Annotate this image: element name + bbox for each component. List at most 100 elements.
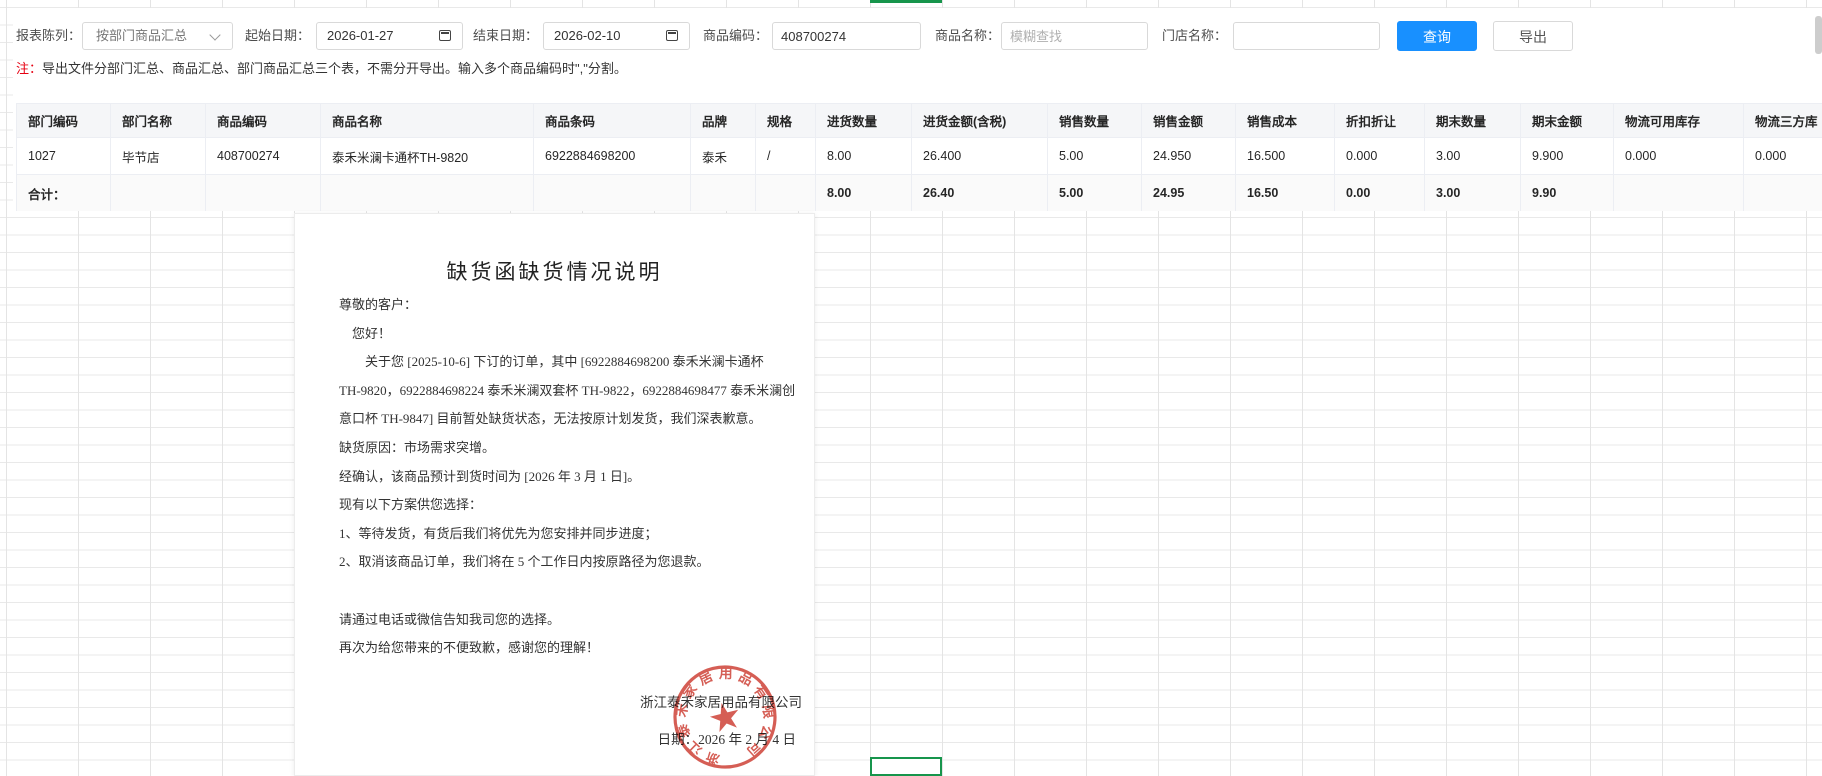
note-bar: 注：导出文件分部门汇总、商品汇总、部门商品汇总三个表，不需分开导出。输入多个商品… <box>16 57 627 81</box>
total-cell <box>1614 175 1744 212</box>
column-header: 销售金额 <box>1142 104 1236 138</box>
table-cell: 8.00 <box>816 138 912 175</box>
toolbar: 报表陈列： 按部门商品汇总 起始日期： 2026-01-27 结束日期： 202… <box>13 8 1822 56</box>
table-row: 1027 毕节店 408700274 泰禾米澜卡通杯TH-9820 692288… <box>17 138 1822 175</box>
table-cell: 9.900 <box>1521 138 1614 175</box>
column-header: 商品条码 <box>534 104 691 138</box>
total-row: 合计： 8.00 26.40 5.00 24.95 16.50 0.00 3 <box>17 175 1822 212</box>
calendar-icon[interactable] <box>439 30 451 41</box>
letter-line: 意口杯 TH-9847] 目前暂处缺货状态，无法按原计划发货，我们深表歉意。 <box>339 405 794 434</box>
header-row: 部门编码 部门名称 商品编码 商品名称 商品条码 品牌 规格 进货数量 进货金额… <box>17 104 1822 138</box>
column-header: 期末金额 <box>1521 104 1614 138</box>
letter-line: 您好！ <box>339 320 794 349</box>
letter-line: 缺货原因：市场需求突增。 <box>339 434 794 463</box>
store-name-input[interactable] <box>1233 22 1380 50</box>
end-date-label: 结束日期： <box>473 22 538 50</box>
column-header: 部门名称 <box>111 104 206 138</box>
letter-line: 尊敬的客户： <box>339 291 794 320</box>
total-cell <box>691 175 756 212</box>
summary-table-wrap: 部门编码 部门名称 商品编码 商品名称 商品条码 品牌 规格 进货数量 进货金额… <box>16 103 1822 211</box>
column-header: 进货数量 <box>816 104 912 138</box>
total-cell: 9.90 <box>1521 175 1614 212</box>
total-label: 合计： <box>17 175 111 212</box>
table-cell: 0.000 <box>1744 138 1822 175</box>
table-cell: 24.950 <box>1142 138 1236 175</box>
letter-line: 经确认，该商品预计到货时间为 [2026 年 3 月 1 日]。 <box>339 463 794 492</box>
total-cell <box>1744 175 1822 212</box>
total-cell: 0.00 <box>1335 175 1425 212</box>
product-code-input[interactable] <box>772 22 921 50</box>
total-cell: 8.00 <box>816 175 912 212</box>
export-button[interactable]: 导出 <box>1493 21 1573 51</box>
table-cell: 26.400 <box>912 138 1048 175</box>
total-cell <box>756 175 816 212</box>
column-header: 进货金额(含税) <box>912 104 1048 138</box>
report-type-value: 按部门商品汇总 <box>96 28 187 43</box>
total-cell <box>534 175 691 212</box>
letter-line: TH-9820，6922884698224 泰禾米澜双套杯 TH-9822，69… <box>339 377 794 406</box>
table-cell: 毕节店 <box>111 138 206 175</box>
column-header: 商品名称 <box>321 104 534 138</box>
column-header: 销售数量 <box>1048 104 1142 138</box>
column-header: 物流三方库 <box>1744 104 1822 138</box>
calendar-icon[interactable] <box>666 30 678 41</box>
start-date-input[interactable]: 2026-01-27 <box>316 22 463 50</box>
letter-line: 1、等待发货，有货后我们将优先为您安排并同步进度； <box>339 520 794 549</box>
total-cell <box>111 175 206 212</box>
report-type-select[interactable]: 按部门商品汇总 <box>82 22 233 50</box>
product-name-label: 商品名称： <box>935 22 1000 50</box>
table-cell: 泰禾米澜卡通杯TH-9820 <box>321 138 534 175</box>
letter-body: 尊敬的客户： 您好！ 关于您 [2025-10-6] 下订的订单，其中 [692… <box>339 291 794 663</box>
column-header: 部门编码 <box>17 104 111 138</box>
column-header: 销售成本 <box>1236 104 1335 138</box>
table-cell: 0.000 <box>1335 138 1425 175</box>
table-cell: 5.00 <box>1048 138 1142 175</box>
letter-line <box>339 577 794 606</box>
total-cell: 26.40 <box>912 175 1048 212</box>
end-date-value: 2026-02-10 <box>554 28 621 43</box>
table-cell: 3.00 <box>1425 138 1521 175</box>
column-header: 商品编码 <box>206 104 321 138</box>
total-cell: 24.95 <box>1142 175 1236 212</box>
summary-table: 部门编码 部门名称 商品编码 商品名称 商品条码 品牌 规格 进货数量 进货金额… <box>16 103 1822 211</box>
table-cell: 6922884698200 <box>534 138 691 175</box>
query-button[interactable]: 查询 <box>1397 21 1477 51</box>
start-date-label: 起始日期： <box>245 22 310 50</box>
total-cell <box>321 175 534 212</box>
note-prefix: 注： <box>16 61 42 76</box>
scrollbar-thumb[interactable] <box>1815 16 1822 54</box>
total-cell: 16.50 <box>1236 175 1335 212</box>
report-type-label: 报表陈列： <box>16 22 81 50</box>
table-cell: 泰禾 <box>691 138 756 175</box>
table-cell: 408700274 <box>206 138 321 175</box>
table-cell: 16.500 <box>1236 138 1335 175</box>
column-header: 期末数量 <box>1425 104 1521 138</box>
product-code-label: 商品编码： <box>703 22 768 50</box>
seal-star-icon: ★ <box>704 693 747 742</box>
letter-line: 请通过电话或微信告知我司您的选择。 <box>339 606 794 635</box>
store-name-label: 门店名称： <box>1162 22 1227 50</box>
excel-selected-cell[interactable] <box>870 757 942 776</box>
spreadsheet-background: 报表陈列： 按部门商品汇总 起始日期： 2026-01-27 结束日期： 202… <box>0 0 1822 776</box>
column-header: 物流可用库存 <box>1614 104 1744 138</box>
table-cell: 1027 <box>17 138 111 175</box>
table-cell: / <box>756 138 816 175</box>
column-header: 规格 <box>756 104 816 138</box>
column-header: 品牌 <box>691 104 756 138</box>
total-cell <box>206 175 321 212</box>
note-text: 导出文件分部门汇总、商品汇总、部门商品汇总三个表，不需分开导出。输入多个商品编码… <box>42 61 627 76</box>
letter-line: 关于您 [2025-10-6] 下订的订单，其中 [6922884698200 … <box>339 348 794 377</box>
report-app-panel: 报表陈列： 按部门商品汇总 起始日期： 2026-01-27 结束日期： 202… <box>13 8 1822 211</box>
letter-line: 现有以下方案供您选择： <box>339 491 794 520</box>
table-cell: 0.000 <box>1614 138 1744 175</box>
total-cell: 5.00 <box>1048 175 1142 212</box>
letter-title: 缺货函缺货情况说明 <box>295 256 814 286</box>
product-name-input[interactable] <box>1001 22 1148 50</box>
column-header: 折扣折让 <box>1335 104 1425 138</box>
excel-active-cell-top-border <box>870 0 942 3</box>
total-cell: 3.00 <box>1425 175 1521 212</box>
end-date-input[interactable]: 2026-02-10 <box>543 22 690 50</box>
start-date-value: 2026-01-27 <box>327 28 394 43</box>
letter-line: 2、取消该商品订单，我们将在 5 个工作日内按原路径为您退款。 <box>339 548 794 577</box>
chevron-down-icon <box>209 29 220 40</box>
